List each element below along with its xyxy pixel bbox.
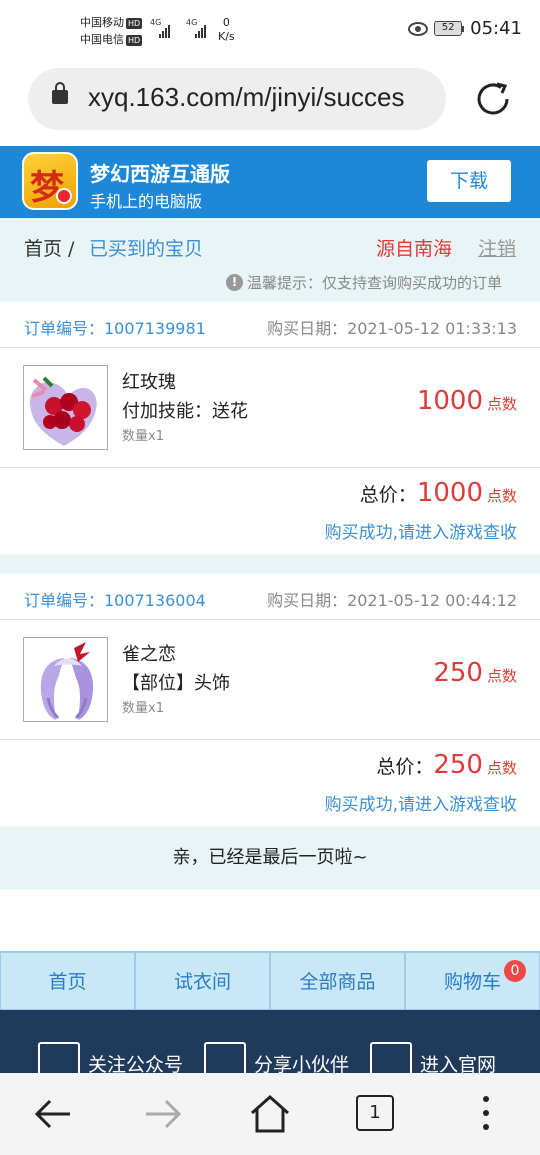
- bottom-tabs: 首页 试衣间 全部商品 购物车 0: [0, 951, 540, 1010]
- signal-icons: 4G 4G: [150, 18, 214, 38]
- order-footer: 总价：1000 点数 购买成功,请进入游戏查收: [0, 468, 540, 554]
- address-bar[interactable]: xyq.163.com/m/jinyi/succes: [28, 68, 446, 130]
- network-speed: 0 K/s: [218, 16, 235, 44]
- order-header: 订单编号：1007139981 购买日期：2021-05-12 01:33:13: [0, 302, 540, 348]
- tip-row: ! 温馨提示：仅支持查询购买成功的订单: [226, 272, 502, 293]
- app-banner: 梦 梦幻西游互通版 手机上的电脑版 下载: [0, 146, 540, 218]
- item-name: 雀之恋: [122, 644, 176, 665]
- last-page-notice: 亲，已经是最后一页啦~: [0, 826, 540, 890]
- order-status-link[interactable]: 购买成功,请进入游戏查收: [325, 518, 517, 543]
- tab-fitting-room[interactable]: 试衣间: [135, 952, 270, 1010]
- lock-icon: [52, 82, 68, 104]
- more-menu-icon[interactable]: [463, 1091, 509, 1137]
- download-button[interactable]: 下载: [427, 160, 511, 202]
- order-total: 总价：1000 点数: [360, 478, 517, 508]
- carrier-1: 中国移动: [80, 16, 124, 29]
- item-thumbnail: [23, 365, 108, 450]
- item-quantity: 数量x1: [122, 429, 164, 444]
- breadcrumb-current[interactable]: 已买到的宝贝: [89, 234, 203, 261]
- home-icon[interactable]: [247, 1091, 293, 1137]
- item-attribute: 付加技能：送花: [122, 401, 248, 422]
- order-date: 购买日期：2021-05-12 01:33:13: [267, 319, 517, 338]
- reload-icon[interactable]: [474, 80, 512, 118]
- speed-value: 0: [222, 16, 230, 29]
- breadcrumb-home[interactable]: 首页 /: [24, 234, 74, 261]
- url-text[interactable]: xyq.163.com/m/jinyi/succes: [88, 82, 440, 113]
- order-total: 总价：250 点数: [376, 750, 517, 780]
- app-title: 梦幻西游互通版: [90, 162, 230, 186]
- total-value: 1000: [416, 478, 483, 508]
- total-unit: 点数: [486, 487, 517, 505]
- tip-text: 温馨提示：仅支持查询购买成功的订单: [247, 274, 503, 292]
- total-value: 250: [433, 750, 483, 780]
- order-item[interactable]: 红玫瑰 付加技能：送花 数量x1 1000 点数: [0, 348, 540, 468]
- cart-badge: 0: [504, 960, 526, 982]
- back-arrow-icon[interactable]: [30, 1091, 76, 1137]
- clock: 05:41: [470, 18, 522, 39]
- tab-all-products[interactable]: 全部商品: [270, 952, 405, 1010]
- cart-label: 购物车: [443, 971, 501, 993]
- signal-icon: 4G: [186, 18, 214, 38]
- price-unit: 点数: [486, 395, 517, 413]
- battery-level: 52: [434, 21, 463, 36]
- item-price: 250 点数: [433, 658, 517, 688]
- order-footer: 总价：250 点数 购买成功,请进入游戏查收: [0, 740, 540, 826]
- app-logo: 梦: [22, 152, 78, 210]
- logout-link[interactable]: 注销: [478, 234, 516, 261]
- item-quantity: 数量x1: [122, 701, 164, 716]
- order-header: 订单编号：1007136004 购买日期：2021-05-12 00:44:12: [0, 574, 540, 620]
- tab-home[interactable]: 首页: [0, 952, 135, 1010]
- total-label: 总价：: [376, 756, 434, 778]
- info-icon: !: [226, 274, 243, 291]
- tabs-button[interactable]: 1: [356, 1095, 394, 1131]
- tab-cart[interactable]: 购物车 0: [405, 952, 540, 1010]
- order-item[interactable]: 雀之恋 【部位】头饰 数量x1 250 点数: [0, 620, 540, 740]
- footer-links: 关注公众号 分享小伙伴 进入官网: [0, 1010, 540, 1084]
- eye-icon: [408, 21, 429, 36]
- order-number: 订单编号：1007136004: [24, 591, 206, 610]
- order-number: 订单编号：1007139981: [24, 319, 206, 338]
- app-subtitle: 手机上的电脑版: [90, 192, 203, 211]
- hd-badge: HD: [126, 17, 143, 29]
- battery-icon: 52: [434, 21, 465, 36]
- signal-icon: 4G: [150, 18, 178, 38]
- breadcrumb: 首页 / 已买到的宝贝 源自南海 注销 ! 温馨提示：仅支持查询购买成功的订单: [0, 218, 540, 302]
- order-date: 购买日期：2021-05-12 00:44:12: [267, 591, 517, 610]
- hd-badge: HD: [126, 34, 143, 46]
- carrier-2: 中国电信: [80, 33, 124, 46]
- item-thumbnail: [23, 637, 108, 722]
- speed-unit: K/s: [218, 30, 235, 43]
- forward-arrow-icon[interactable]: [140, 1091, 186, 1137]
- item-price: 1000 点数: [417, 386, 517, 416]
- total-unit: 点数: [486, 759, 517, 777]
- browser-nav-bar: 1: [0, 1073, 540, 1155]
- server-name: 源自南海: [376, 238, 453, 260]
- total-label: 总价：: [359, 484, 417, 506]
- item-attribute: 【部位】头饰: [122, 673, 230, 694]
- carriers: 中国移动 HD 中国电信 HD: [80, 14, 143, 48]
- price-value: 250: [433, 658, 483, 688]
- price-value: 1000: [416, 386, 483, 416]
- tab-count: 1: [369, 1102, 381, 1123]
- status-bar: 中国移动 HD 中国电信 HD 4G 4G 0 K/s 52 05:41: [0, 0, 540, 62]
- section-divider: [0, 554, 540, 574]
- item-name: 红玫瑰: [122, 372, 176, 393]
- price-unit: 点数: [486, 667, 517, 685]
- order-status-link[interactable]: 购买成功,请进入游戏查收: [325, 790, 517, 815]
